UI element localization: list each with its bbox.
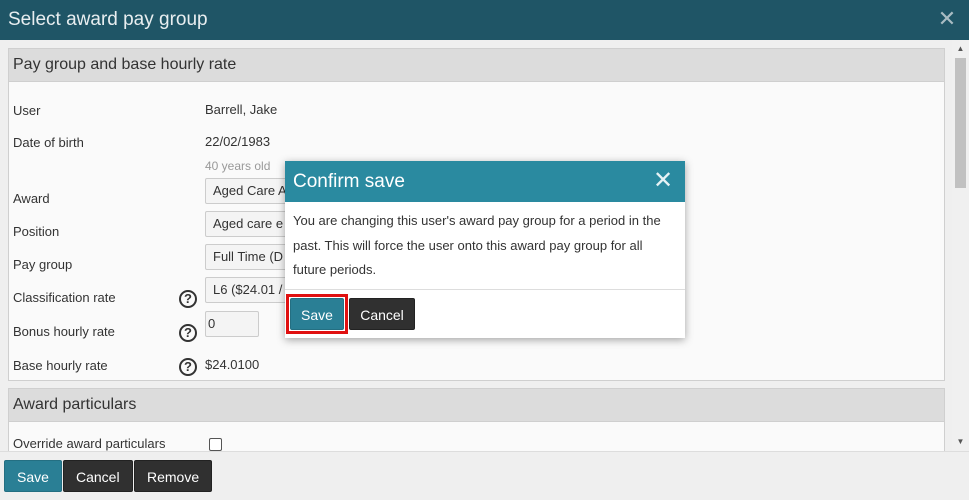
divider: [285, 289, 685, 290]
dialog-save-button[interactable]: Save: [290, 298, 344, 330]
dialog-cancel-button[interactable]: Cancel: [349, 298, 415, 330]
dialog-header: Confirm save ✕: [285, 161, 685, 202]
modal-overlay: Confirm save ✕ You are changing this use…: [0, 0, 969, 499]
dialog-message: You are changing this user's award pay g…: [293, 213, 661, 277]
close-icon[interactable]: ✕: [653, 168, 673, 194]
dialog-title: Confirm save: [293, 171, 405, 192]
confirm-save-dialog: Confirm save ✕ You are changing this use…: [285, 161, 685, 338]
